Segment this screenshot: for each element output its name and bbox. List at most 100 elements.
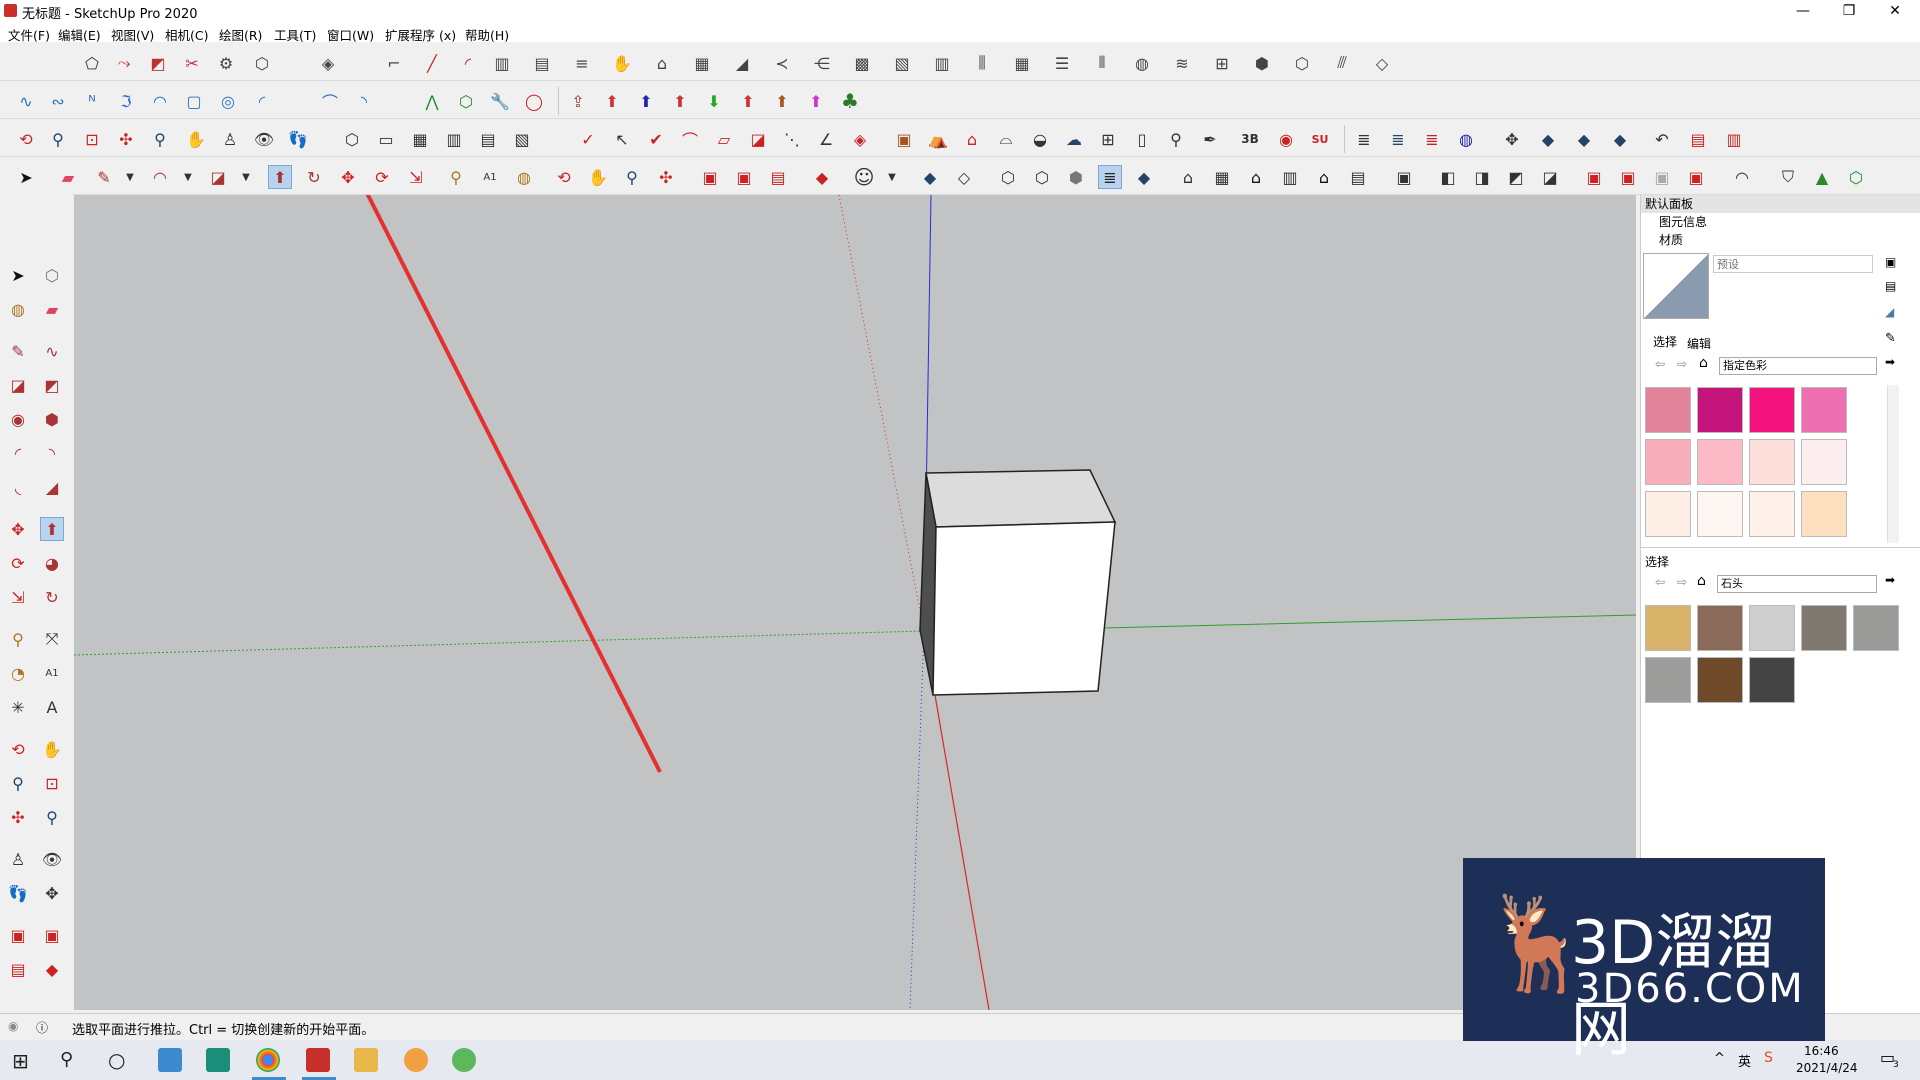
paint-red-icon[interactable]: ◪ [746,127,770,151]
tile-tool-icon[interactable]: ▩ [850,51,874,75]
cursor-select-icon[interactable]: ↖ [610,127,634,151]
sandbox-red-icon[interactable]: ▣ [1684,165,1708,189]
wireframe-icon[interactable]: ⬡ [996,165,1020,189]
arc-dropdown-icon[interactable]: ▼ [176,165,200,189]
xray-icon[interactable]: ◆ [918,165,942,189]
top-view-icon[interactable]: ▭ [374,127,398,151]
previous-left-icon[interactable]: ⚲ [40,805,64,829]
menu-draw[interactable]: 绘图(R) [219,25,262,44]
door-icon[interactable]: ▯ [1130,127,1154,151]
line-draw-icon[interactable]: ✎ [6,339,30,363]
grid-plane-icon[interactable]: ⊞ [1210,51,1234,75]
previous-view-icon[interactable]: ⚲ [148,127,172,151]
library-select-stone[interactable]: 石头 [1717,575,1877,593]
iso-view-icon[interactable]: ⬡ [340,127,364,151]
globe-icon[interactable]: ◍ [1454,127,1478,151]
section-fill-icon[interactable]: ◆ [1608,127,1632,151]
chrome-icon[interactable] [256,1048,280,1072]
home2-icon[interactable]: ⌂ [1697,573,1706,589]
section-plane-icon[interactable]: ◆ [1536,127,1560,151]
extension-warehouse-icon[interactable]: ▤ [766,165,790,189]
pan-icon[interactable]: ✋ [184,127,208,151]
home-red-icon[interactable]: ⌂ [960,127,984,151]
zoom-left-icon[interactable]: ⚲ [6,771,30,795]
dots-icon[interactable]: ⋱ [780,127,804,151]
group-icon[interactable]: ▣ [1392,165,1416,189]
zoom-tool-icon[interactable]: ⚲ [620,165,644,189]
iso-house-icon[interactable]: ⌂ [1176,165,1200,189]
move-tool-icon[interactable]: ✥ [6,517,30,541]
bridge-icon[interactable]: ⌓ [994,127,1018,151]
shapes-color-icon[interactable]: ▲ [1810,165,1834,189]
3b-icon[interactable]: 3B [1238,127,1262,151]
grid-tool-icon[interactable]: ▥ [930,51,954,75]
protractor-icon[interactable]: ◔ [6,661,30,685]
explorer-app-icon[interactable] [158,1048,182,1072]
app-a-icon[interactable] [206,1048,230,1072]
sphere-tool-icon[interactable]: ◍ [1130,51,1154,75]
orbit-icon[interactable]: ⟲ [14,127,38,151]
material-swatch[interactable] [1853,605,1899,651]
material-swatch[interactable] [1645,605,1691,651]
material-swatch[interactable] [1697,387,1743,433]
extrude-r-icon[interactable]: ⬆ [668,89,692,113]
eraser-red-icon[interactable]: ▱ [712,127,736,151]
union-icon[interactable]: ◩ [1504,165,1528,189]
bezier-tool-icon[interactable]: ∿ [14,89,38,113]
ruby-left-icon[interactable]: ◆ [40,957,64,981]
rail-tool-icon[interactable]: ≡ [570,51,594,75]
corner-tool-icon[interactable]: ⌐ [382,51,406,75]
freehand-tool-icon[interactable]: ℑ [114,89,138,113]
material-swatch[interactable] [1697,657,1743,703]
zoom-window-icon[interactable]: ⊡ [80,127,104,151]
walk-left-icon[interactable]: 👣 [6,881,30,905]
position-camera-icon[interactable]: ♙ [218,127,242,151]
split-solid-icon[interactable]: ▣ [1616,165,1640,189]
pencil-icon[interactable]: ✎ [92,165,116,189]
zoom-icon[interactable]: ⚲ [46,127,70,151]
orbit-tool-icon[interactable]: ⟲ [552,165,576,189]
section-left-icon[interactable]: ✥ [40,881,64,905]
zoom-extents-icon[interactable]: ✣ [114,127,138,151]
layers-red-icon[interactable]: ≣ [1420,127,1444,151]
shell-tool-icon[interactable]: ⬢ [1250,51,1274,75]
3d-text-icon[interactable]: A [40,695,64,719]
warehouse-left-icon[interactable]: ▣ [6,923,30,947]
tent-icon[interactable]: ⛺ [926,127,950,151]
front-house-icon[interactable]: ⌂ [1244,165,1268,189]
sample-paint-icon[interactable]: ◢ [1885,305,1894,319]
front-view-icon[interactable]: ▦ [408,127,432,151]
follow-me-tool-icon[interactable]: ◕ [40,551,64,575]
lamp-icon[interactable]: ⚲ [1164,127,1188,151]
menu-extensions[interactable]: 扩展程序 (x) [385,25,456,44]
share-model-icon[interactable]: ▣ [732,165,756,189]
circle-draw-icon[interactable]: ◉ [6,407,30,431]
dimension-icon[interactable]: ✓ [576,127,600,151]
paint-bucket-icon[interactable]: ◍ [512,165,536,189]
extrude-tool-icon[interactable]: ◩ [146,51,170,75]
ruby-gem-icon[interactable]: ◆ [810,165,834,189]
tree-icon[interactable]: ♣ [838,89,862,113]
zoom-window-left-icon[interactable]: ⊡ [40,771,64,795]
offset-tool-icon[interactable]: ◠ [148,89,172,113]
eraser-tool-icon[interactable]: ▰ [40,297,64,321]
export-icon[interactable]: ▤ [1686,127,1710,151]
orbit-left-icon[interactable]: ⟲ [6,737,30,761]
ellipse-tool-icon[interactable]: ◯ [522,89,546,113]
scene-canvas[interactable] [74,195,1636,1010]
back-house-icon[interactable]: ⌂ [1312,165,1336,189]
three-point-arc-icon[interactable]: ◟ [6,475,30,499]
right-view-icon[interactable]: ▥ [442,127,466,151]
slope-tool-icon[interactable]: ◢ [730,51,754,75]
arc-red-icon[interactable]: ⌒ [678,127,702,151]
shaded-icon[interactable]: ⬢ [1064,165,1088,189]
component-tool-icon[interactable]: ⚙ [214,51,238,75]
wave-tool-icon[interactable]: ≋ [1170,51,1194,75]
curve-tool-icon[interactable]: ⤳ [112,51,136,75]
arc-draw-icon[interactable]: ◠ [148,165,172,189]
layers-icon[interactable]: ≣ [1352,127,1376,151]
material-swatch[interactable] [1801,605,1847,651]
user-account-icon[interactable]: ☺ [852,165,876,189]
extrude-red-icon[interactable]: ⬆ [600,89,624,113]
left-house-icon[interactable]: ▤ [1346,165,1370,189]
